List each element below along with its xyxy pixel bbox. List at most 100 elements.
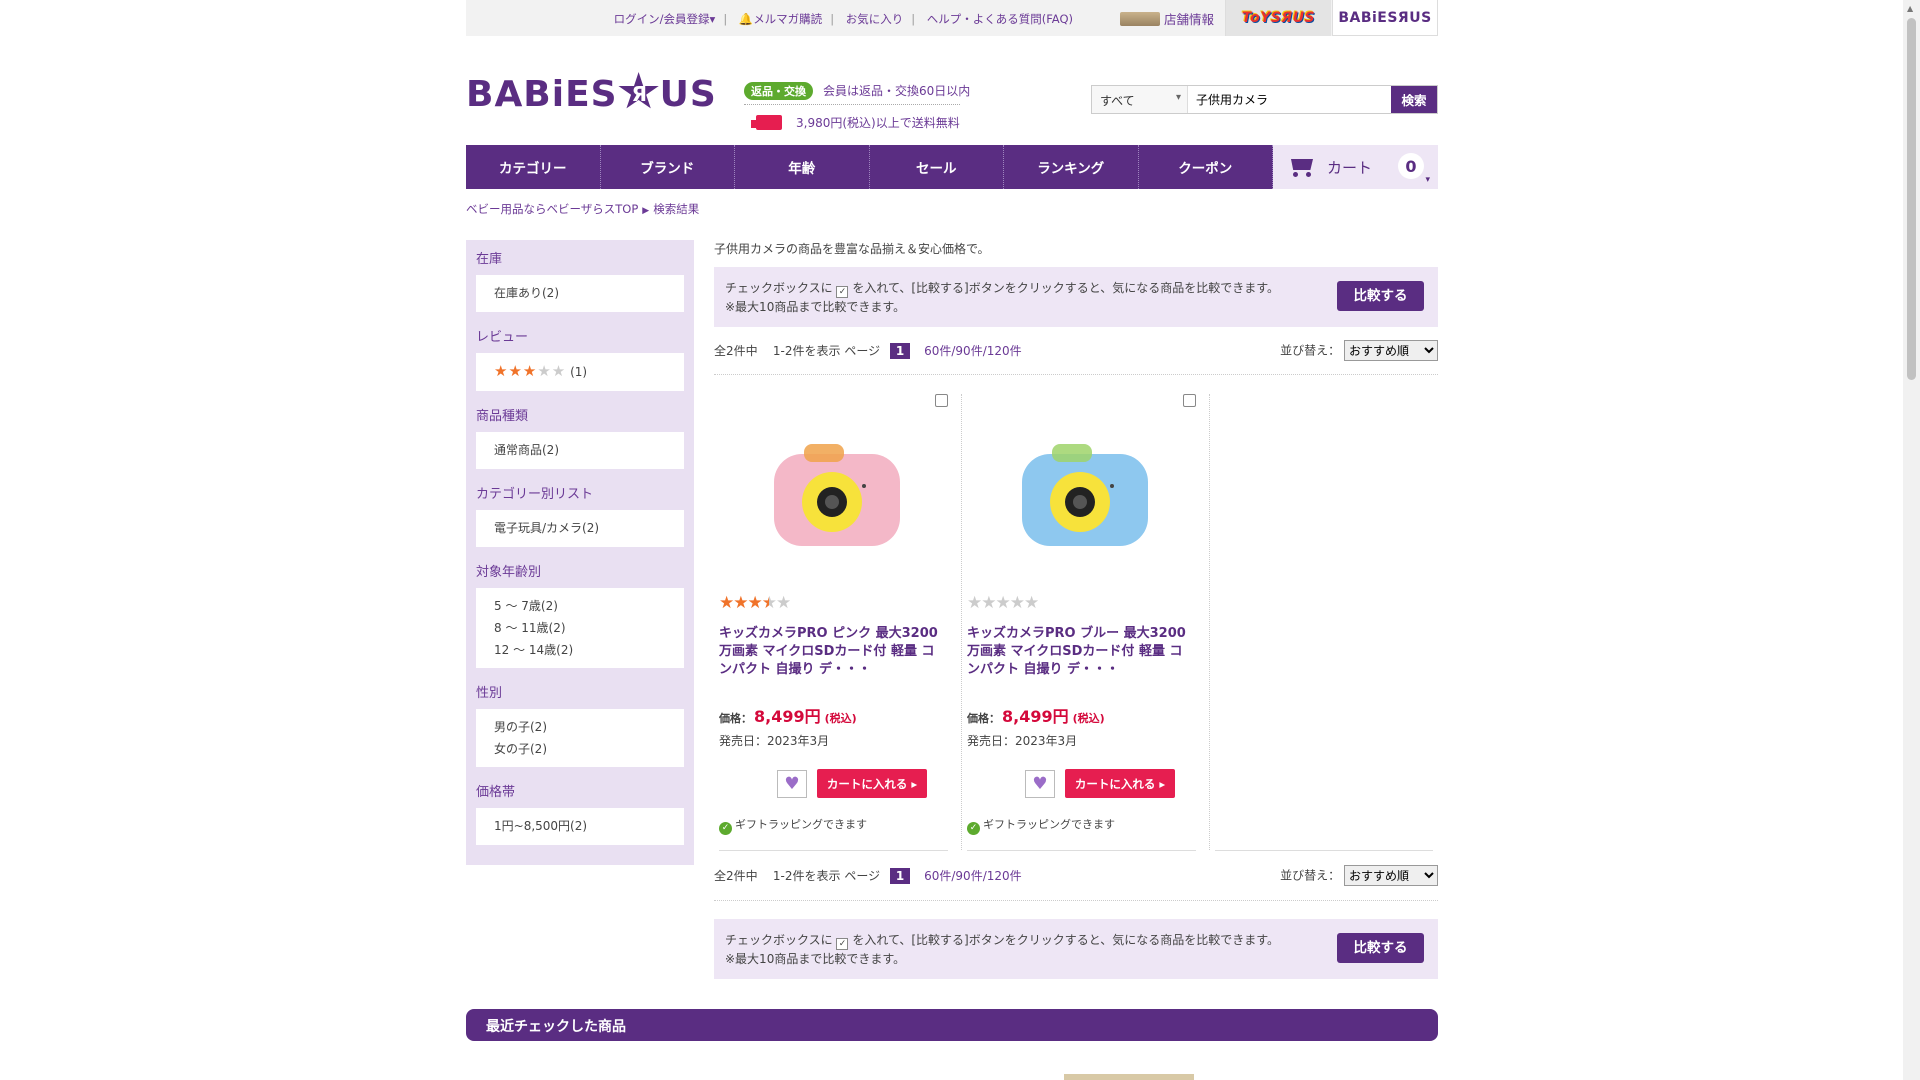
product-price: 価格： 8,499円 (税込) xyxy=(719,707,857,726)
compare-button[interactable]: 比較する xyxy=(1337,933,1424,963)
scroll-thumb[interactable] xyxy=(1907,18,1916,380)
filter-option-price-range[interactable]: 1円~8,500円(2) xyxy=(494,815,666,838)
pager-bottom: 全2件中 1-2件を表示 ページ 1 60件/90件/120件 並び替え： おす… xyxy=(714,865,1438,889)
sort-select[interactable]: おすすめ順 xyxy=(1344,865,1438,886)
cart-icon xyxy=(1287,156,1317,178)
filter-option-girls[interactable]: 女の子(2) xyxy=(494,738,666,760)
promo-divider xyxy=(744,104,960,105)
recent-product-thumbnail[interactable] xyxy=(1064,1074,1194,1080)
filter-box-review: ★★★★★ (1) xyxy=(476,353,684,391)
product-name-link[interactable]: キッズカメラPRO ピンク 最大3200万画素 マイクロSDカード付 軽量 コン… xyxy=(719,625,939,679)
recently-viewed-header: 最近チェックした商品 xyxy=(466,1009,1438,1041)
search-category-select[interactable]: すべて xyxy=(1092,86,1188,113)
filter-option-age-12-14[interactable]: 12 ～ 14歳(2) xyxy=(494,639,666,661)
newsletter-link[interactable]: 🔔メルマガ購読 xyxy=(739,12,822,26)
nav-coupon[interactable]: クーポン xyxy=(1138,145,1273,189)
filter-box-stock: 在庫あり(2) xyxy=(476,275,684,312)
filter-box-price: 1円~8,500円(2) xyxy=(476,808,684,845)
product-image[interactable] xyxy=(752,426,922,571)
filter-sidebar: 在庫 在庫あり(2) レビュー ★★★★★ (1) 商品種類 通常商品(2) カ… xyxy=(466,240,694,865)
search-intro-text: 子供用カメラの商品を豊富な品揃え＆安心価格で。 xyxy=(714,242,990,256)
filter-option-age-5-7[interactable]: 5 ～ 7歳(2) xyxy=(494,595,666,617)
add-to-cart-button[interactable]: カートに入れる ▸ xyxy=(817,769,927,798)
page: ログイン/会員登録▾ | 🔔メルマガ購読 | お気に入り | ヘルプ・よくある質問(F… xyxy=(0,0,1920,1080)
favorites-link[interactable]: お気に入り xyxy=(846,12,904,26)
page-1-button[interactable]: 1 xyxy=(889,868,911,884)
filter-box-age: 5 ～ 7歳(2) 8 ～ 11歳(2) 12 ～ 14歳(2) xyxy=(476,588,684,668)
compare-checkbox[interactable] xyxy=(1183,394,1196,407)
product-rating-stars: ★★★★★ xyxy=(967,593,1039,613)
breadcrumb-arrow-icon: ▶ xyxy=(642,206,650,216)
review-stars-icon: ★★★★★ xyxy=(494,362,567,380)
product-name-link[interactable]: キッズカメラPRO ブルー 最大3200万画素 マイクロSDカード付 軽量 コン… xyxy=(967,625,1187,679)
compare-checkbox[interactable] xyxy=(935,394,948,407)
search-bar: すべて 検索 xyxy=(1091,85,1438,114)
compare-button[interactable]: 比較する xyxy=(1337,281,1424,311)
filter-box-gender: 男の子(2) 女の子(2) xyxy=(476,709,684,767)
nav-brand[interactable]: ブランド xyxy=(600,145,735,189)
filter-option-review-3[interactable]: ★★★★★ (1) xyxy=(494,360,666,384)
compare-instructions: チェックボックスに ✓ を入れて、[比較する]ボタンをクリックすると、気になる商… xyxy=(725,933,1280,950)
filter-option-regular[interactable]: 通常商品(2) xyxy=(494,439,666,462)
store-building-icon xyxy=(1119,12,1160,26)
cart-label: カート xyxy=(1327,158,1373,177)
page-scrollbar[interactable]: ▲ xyxy=(1903,0,1920,1080)
compare-instructions: チェックボックスに ✓ を入れて、[比較する]ボタンをクリックすると、気になる商… xyxy=(725,281,1280,298)
search-button[interactable]: 検索 xyxy=(1391,86,1437,113)
sort-control: 並び替え： おすすめ順 xyxy=(1280,340,1438,361)
login-link[interactable]: ログイン/会員登録▾ xyxy=(614,12,716,26)
per-page-options[interactable]: 60件/90件/120件 xyxy=(924,869,1022,883)
help-link[interactable]: ヘルプ・よくある質問(FAQ) xyxy=(927,12,1073,26)
filter-title-age: 対象年齢別 xyxy=(476,565,542,580)
filter-option-boys[interactable]: 男の子(2) xyxy=(494,716,666,738)
release-date: 発売日：2023年3月 xyxy=(719,734,830,748)
compare-note: ※最大10商品まで比較できます。 xyxy=(725,300,906,314)
cart-button[interactable]: カート 0 xyxy=(1273,145,1438,189)
nav-sale[interactable]: セール xyxy=(869,145,1004,189)
toysrus-tab[interactable]: ToYSЯUS xyxy=(1225,0,1331,36)
babiesrus-tab[interactable]: BABiESЯUS xyxy=(1332,0,1438,36)
divider xyxy=(1215,850,1433,851)
product-card: ★★★★★ キッズカメラPRO ピンク 最大3200万画素 マイクロSDカード付… xyxy=(714,394,962,851)
main-nav: カテゴリー ブランド 年齢 セール ランキング クーポン カート 0 xyxy=(466,145,1438,189)
divider xyxy=(714,374,1438,375)
return-policy-promo[interactable]: 返品・交換 会員は返品・交換60日以内 xyxy=(744,82,970,100)
sort-select[interactable]: おすすめ順 xyxy=(1344,340,1438,361)
page-1-button[interactable]: 1 xyxy=(889,343,911,359)
logo-star-icon: Я xyxy=(618,72,659,109)
add-to-cart-button[interactable]: カートに入れる ▸ xyxy=(1065,769,1175,798)
filter-title-stock: 在庫 xyxy=(476,252,503,267)
favorite-heart-icon[interactable]: ♥ xyxy=(777,770,807,798)
nav-ranking[interactable]: ランキング xyxy=(1004,145,1139,189)
product-price: 価格： 8,499円 (税込) xyxy=(967,707,1105,726)
product-rating-stars: ★★★★★ xyxy=(719,593,791,613)
per-page-options[interactable]: 60件/90件/120件 xyxy=(924,344,1022,358)
filter-box-category: 電子玩具/カメラ(2) xyxy=(476,510,684,547)
top-utility-bar: ログイン/会員登録▾ | 🔔メルマガ購読 | お気に入り | ヘルプ・よくある質問(F… xyxy=(466,0,1438,36)
filter-title-category: カテゴリー別リスト xyxy=(476,487,594,502)
breadcrumb-current: 検索結果 xyxy=(653,202,700,216)
compare-note: ※最大10商品まで比較できます。 xyxy=(725,952,906,966)
favorite-heart-icon[interactable]: ♥ xyxy=(1025,770,1055,798)
product-card: ★★★★★ キッズカメラPRO ブルー 最大3200万画素 マイクロSDカード付… xyxy=(962,394,1210,851)
filter-option-age-8-11[interactable]: 8 ～ 11歳(2) xyxy=(494,617,666,639)
cart-count-badge: 0 xyxy=(1398,153,1430,185)
nav-category[interactable]: カテゴリー xyxy=(466,145,601,189)
top-links: ログイン/会員登録▾ | 🔔メルマガ購読 | お気に入り | ヘルプ・よくある質問(F… xyxy=(613,12,1073,26)
breadcrumb-home[interactable]: ベビー用品ならベビーザらスTOP xyxy=(466,202,638,216)
compare-box-bottom: チェックボックスに ✓ を入れて、[比較する]ボタンをクリックすると、気になる商… xyxy=(714,919,1438,979)
site-logo[interactable]: BABiES Я US xyxy=(466,72,717,115)
check-circle-icon: ✓ xyxy=(719,822,732,835)
scroll-up-icon[interactable]: ▲ xyxy=(1907,4,1913,13)
free-shipping-promo[interactable]: 3,980円(税込)以上で送料無料 xyxy=(751,114,960,131)
search-input[interactable] xyxy=(1188,86,1391,113)
product-image[interactable] xyxy=(1000,426,1170,571)
filter-option-in-stock[interactable]: 在庫あり(2) xyxy=(494,282,666,305)
compare-box-top: チェックボックスに ✓ を入れて、[比較する]ボタンをクリックすると、気になる商… xyxy=(714,267,1438,327)
store-info-link[interactable]: 店舗情報 xyxy=(1119,9,1214,28)
gift-wrapping-note: ✓ ギフトラッピングできます xyxy=(719,816,867,835)
checkbox-sample-icon: ✓ xyxy=(836,286,849,298)
filter-title-price: 価格帯 xyxy=(476,785,516,800)
nav-age[interactable]: 年齢 xyxy=(735,145,870,189)
filter-option-camera[interactable]: 電子玩具/カメラ(2) xyxy=(494,517,666,540)
